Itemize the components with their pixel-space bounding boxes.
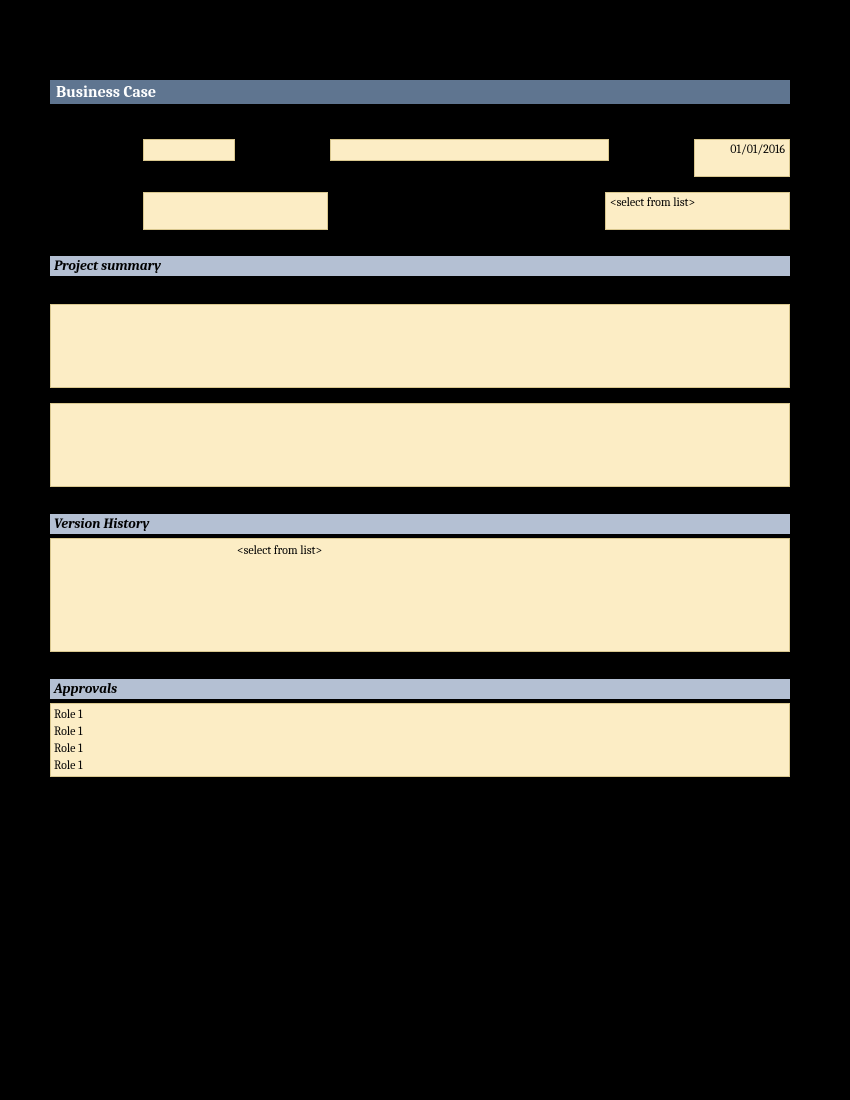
approval-row: Role 1 [54,723,786,740]
version-history-box[interactable]: <select from list> [50,538,790,652]
section-label: Project summary [54,257,161,274]
approval-row: Role 1 [54,757,786,774]
header-row-2: <select from list> [50,192,790,230]
section-approvals: Approvals [50,679,790,699]
field-date[interactable]: 01/01/2016 [694,139,790,177]
document-title: Business Case [56,83,156,101]
summary-box-2[interactable] [50,403,790,487]
section-project-summary: Project summary [50,256,790,276]
field-id[interactable] [143,139,235,161]
field-status-select[interactable]: <select from list> [605,192,790,230]
approval-row: Role 1 [54,706,786,723]
approvals-box: Role 1 Role 1 Role 1 Role 1 [50,703,790,777]
section-label: Version History [54,515,149,532]
version-select-placeholder[interactable]: <select from list> [237,543,322,557]
select-placeholder: <select from list> [610,195,695,209]
section-label: Approvals [54,680,117,697]
header-row-1: 01/01/2016 [50,139,790,177]
document-page: Business Case 01/01/2016 <select from li… [50,80,790,777]
date-value: 01/01/2016 [730,142,785,156]
title-bar: Business Case [50,80,790,104]
section-version-history: Version History [50,514,790,534]
field-owner[interactable] [143,192,328,230]
approval-row: Role 1 [54,740,786,757]
summary-box-1[interactable] [50,304,790,388]
field-name[interactable] [330,139,610,161]
